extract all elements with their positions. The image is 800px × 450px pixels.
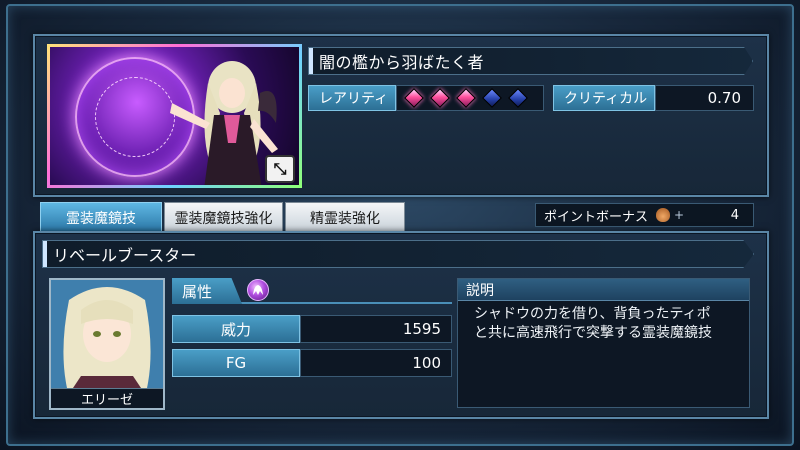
- critical-label: クリティカル: [553, 85, 655, 111]
- tab-spirit-skill-enhance[interactable]: 霊装魔鏡技強化: [164, 202, 283, 232]
- rarity-gem-empty: [482, 88, 502, 108]
- description-panel: 説明 シャドウの力を借り、背負ったティポ と共に高速飛行で突撃する霊装魔鏡技: [457, 278, 750, 408]
- attribute-label: 属性: [172, 278, 242, 304]
- character-art: [170, 61, 278, 185]
- rarity-gems: [396, 85, 544, 111]
- shadow-element-icon: [247, 279, 269, 301]
- pouch-icon: [656, 208, 671, 222]
- tab-spirit-gear-enhance[interactable]: 精霊装強化: [285, 202, 405, 232]
- power-value: 1595: [300, 315, 452, 343]
- character-portrait[interactable]: エリーゼ: [49, 278, 165, 410]
- expand-arrows-icon[interactable]: ⤡: [265, 155, 295, 183]
- card-title-bar: 闇の檻から羽ばたく者: [308, 47, 753, 75]
- card-title: 闇の檻から羽ばたく者: [319, 53, 485, 72]
- point-bonus-bar: ポイントボーナス + 4: [535, 203, 754, 227]
- rarity-gem-filled: [456, 88, 476, 108]
- fg-value: 100: [300, 349, 452, 377]
- magic-circle-inner-art: [95, 77, 175, 157]
- critical-value: 0.70: [655, 85, 754, 111]
- rarity-gem-filled: [430, 88, 450, 108]
- tab-spirit-skill[interactable]: 霊装魔鏡技: [40, 202, 162, 232]
- rarity-label: レアリティ: [308, 85, 396, 111]
- skill-name: リベールブースター: [53, 246, 197, 265]
- point-bonus-value: 4: [730, 207, 739, 223]
- attribute-row: 属性: [172, 278, 452, 304]
- rarity-gem-empty: [508, 88, 528, 108]
- character-portrait-art: [51, 280, 163, 388]
- description-label: 説明: [458, 279, 749, 301]
- power-label: 威力: [172, 315, 300, 343]
- rarity-gem-filled: [404, 88, 424, 108]
- point-bonus-label: ポイントボーナス: [544, 209, 649, 225]
- character-name: エリーゼ: [51, 388, 163, 408]
- point-bonus-plus: +: [674, 208, 685, 222]
- card-art[interactable]: [47, 44, 302, 188]
- description-text: シャドウの力を借り、背負ったティポ と共に高速飛行で突撃する霊装魔鏡技: [474, 306, 712, 341]
- fg-label: FG: [172, 349, 300, 377]
- skill-title-bar: リベールブースター: [42, 240, 754, 268]
